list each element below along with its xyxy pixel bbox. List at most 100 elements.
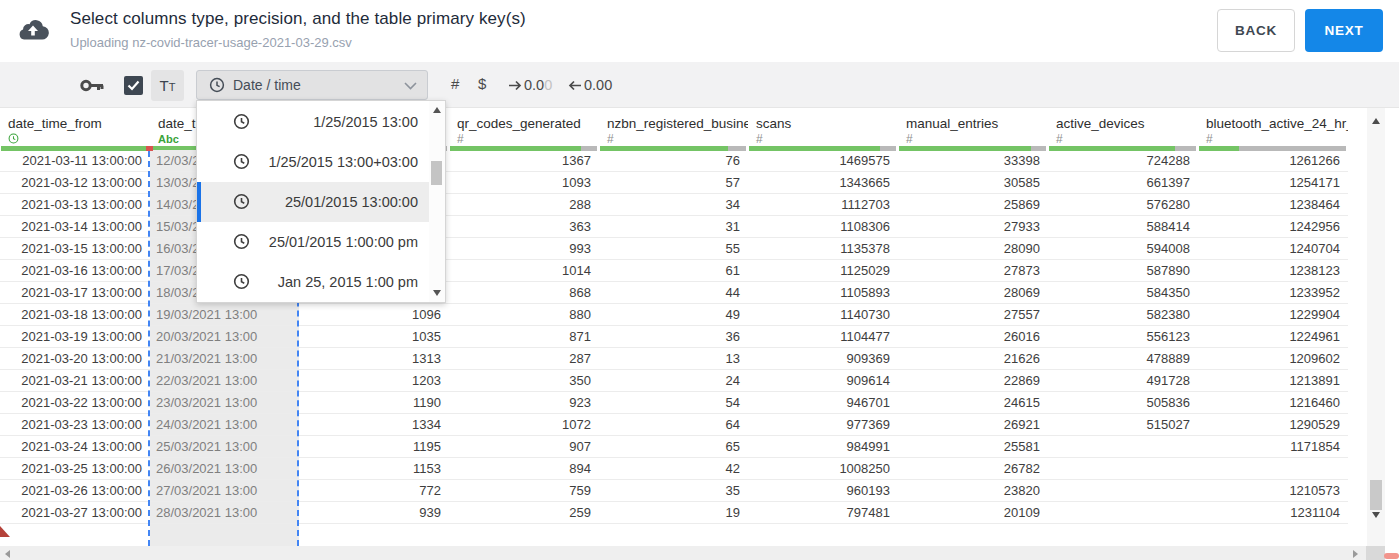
table-cell: 909369 — [748, 348, 898, 370]
table-cell: 907 — [449, 436, 599, 458]
table-column: qr_codes_generated#136710932883639931014… — [449, 108, 599, 546]
scroll-left-arrow[interactable] — [5, 550, 10, 558]
scroll-up-arrow[interactable] — [1372, 118, 1380, 124]
column-header[interactable]: bluetooth_active_24_hr_ — [1198, 114, 1348, 134]
number-type-mark: # — [607, 133, 614, 146]
column-header[interactable]: qr_codes_generated — [449, 114, 599, 134]
arrow-left-icon — [568, 78, 582, 94]
table-cell: 24 — [599, 370, 748, 392]
dropdown-options-list: 1/25/2015 13:001/25/2015 13:00+03:0025/0… — [197, 102, 429, 301]
header-bar: Select columns type, precision, and the … — [0, 0, 1399, 62]
number-type-button[interactable]: # — [451, 75, 459, 92]
table-cell: 1469575 — [748, 150, 898, 172]
clock-icon — [233, 273, 250, 290]
table-cell: 1290529 — [1198, 414, 1348, 436]
increase-decimal-button[interactable]: 0.00 — [508, 77, 552, 94]
number-type-mark: # — [457, 133, 464, 146]
table-column: bluetooth_active_24_hr_#1261266125417112… — [1198, 108, 1348, 546]
table-cell — [1198, 458, 1348, 480]
table-cell: 576280 — [1048, 194, 1198, 216]
table-cell: 363 — [449, 216, 599, 238]
table-cell: 28/03/2021 13:00 — [150, 502, 299, 524]
table-cell: 22869 — [898, 370, 1048, 392]
dropdown-option[interactable]: 1/25/2015 13:00+03:00 — [197, 142, 429, 182]
number-type-mark: # — [1206, 133, 1213, 146]
page-title: Select columns type, precision, and the … — [70, 9, 526, 29]
vertical-scrollbar[interactable] — [1367, 108, 1385, 546]
column-header[interactable]: nzbn_registered_busine — [599, 114, 748, 134]
table-cell: 584350 — [1048, 282, 1198, 304]
currency-type-button[interactable]: $ — [478, 75, 486, 92]
table-cell: 27933 — [898, 216, 1048, 238]
dropdown-scroll-up-arrow[interactable] — [433, 107, 441, 113]
column-header[interactable]: active_devices — [1048, 114, 1198, 134]
table-cell — [1048, 480, 1198, 502]
table-cell: 984991 — [748, 436, 898, 458]
column-type-select[interactable]: Date / time — [196, 70, 428, 100]
dropdown-scrollbar[interactable] — [429, 101, 445, 302]
table-cell: 2021-03-20 13:00:00 — [0, 348, 150, 370]
table-cell: 2021-03-27 13:00:00 — [0, 502, 150, 524]
table-cell: 960193 — [748, 480, 898, 502]
table-cell: 64 — [599, 414, 748, 436]
table-cell: 1190 — [299, 392, 449, 414]
dropdown-scroll-down-arrow[interactable] — [433, 290, 441, 296]
dropdown-option-label: 1/25/2015 13:00+03:00 — [268, 142, 418, 182]
table-cell: 1072 — [449, 414, 599, 436]
table-cell: 13 — [599, 348, 748, 370]
back-button[interactable]: BACK — [1217, 9, 1295, 52]
table-cell: 1313 — [299, 348, 449, 370]
table-cell: 2021-03-14 13:00:00 — [0, 216, 150, 238]
table-cell: 57 — [599, 172, 748, 194]
dropdown-option[interactable]: 25/01/2015 1:00:00 pm — [197, 222, 429, 262]
table-cell: 894 — [449, 458, 599, 480]
selected-column-fill — [150, 524, 299, 546]
table-cell — [1048, 502, 1198, 524]
table-cell: 1238464 — [1198, 194, 1348, 216]
table-cell: 2021-03-15 13:00:00 — [0, 238, 150, 260]
dropdown-option[interactable]: 25/01/2015 13:00:00 — [197, 182, 429, 222]
table-column: manual_entries#3339830585258692793328090… — [898, 108, 1048, 546]
table-cell: 26782 — [898, 458, 1048, 480]
primary-key-icon[interactable] — [80, 78, 104, 97]
table-cell: 2021-03-17 13:00:00 — [0, 282, 150, 304]
next-button[interactable]: NEXT — [1305, 9, 1383, 52]
table-cell: 288 — [449, 194, 599, 216]
scroll-right-arrow[interactable] — [1353, 550, 1358, 558]
table-cell: 54 — [599, 392, 748, 414]
table-cell: 1014 — [449, 260, 599, 282]
table-cell: 26016 — [898, 326, 1048, 348]
dropdown-scroll-thumb[interactable] — [431, 161, 442, 185]
table-cell: 1140730 — [748, 304, 898, 326]
horizontal-scrollbar[interactable] — [0, 546, 1366, 560]
table-cell: 25/03/2021 13:00 — [150, 436, 299, 458]
include-column-checkbox[interactable] — [124, 76, 143, 95]
text-type-button[interactable]: TT — [151, 70, 184, 101]
column-header[interactable]: scans — [748, 114, 898, 134]
dropdown-option[interactable]: Jan 25, 2015 1:00 pm — [197, 262, 429, 302]
table-cell: 1343665 — [748, 172, 898, 194]
type-format-dropdown: 1/25/2015 13:001/25/2015 13:00+03:0025/0… — [196, 100, 446, 303]
outer-scrollbar-fragment — [1384, 553, 1399, 559]
decrease-decimal-button[interactable]: 0.00 — [568, 77, 612, 94]
table-cell: 724288 — [1048, 150, 1198, 172]
column-header[interactable]: date_time_from — [0, 114, 150, 134]
vertical-scroll-thumb[interactable] — [1370, 480, 1382, 510]
table-cell: 2021-03-12 13:00:00 — [0, 172, 150, 194]
table-cell: 21626 — [898, 348, 1048, 370]
table-cell — [1048, 436, 1198, 458]
scroll-down-arrow[interactable] — [1372, 512, 1380, 518]
table-cell: 2021-03-16 13:00:00 — [0, 260, 150, 282]
table-cell: 594008 — [1048, 238, 1198, 260]
table-cell: 27873 — [898, 260, 1048, 282]
table-cell: 588414 — [1048, 216, 1198, 238]
clock-icon — [233, 113, 250, 130]
table-cell: 259 — [449, 502, 599, 524]
column-header[interactable]: manual_entries — [898, 114, 1048, 134]
arrow-right-icon — [508, 78, 522, 94]
table-cell: 1216460 — [1198, 392, 1348, 414]
table-cell: 30585 — [898, 172, 1048, 194]
table-cell: 44 — [599, 282, 748, 304]
dropdown-option[interactable]: 1/25/2015 13:00 — [197, 102, 429, 142]
number-type-mark: # — [756, 133, 763, 146]
